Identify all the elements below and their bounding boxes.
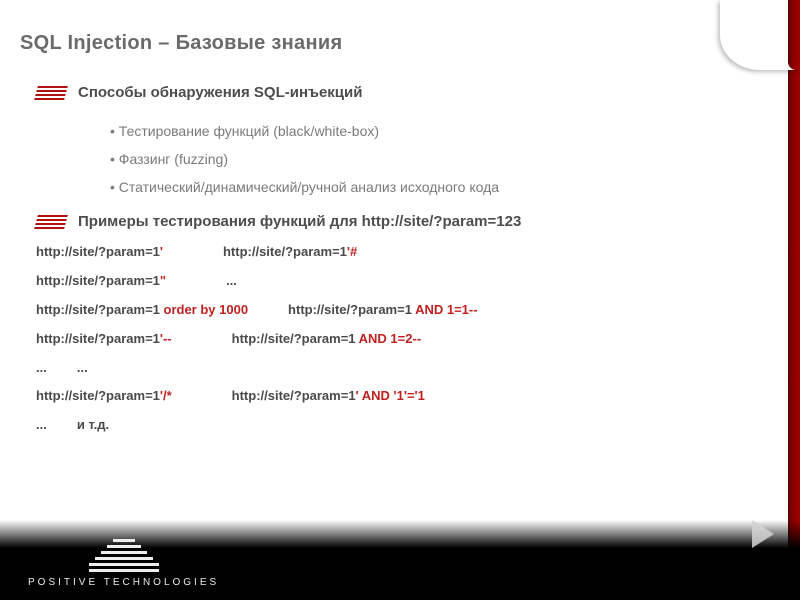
example-suffix: '# — [347, 244, 357, 259]
stripe-bullet-icon — [36, 215, 66, 229]
list-item: Тестирование функций (black/white-box) — [110, 123, 760, 139]
example-suffix: order by 1000 — [160, 302, 248, 317]
example-cell: и т.д. — [77, 417, 109, 434]
example-suffix: AND 1=2-- — [356, 331, 422, 346]
logo-text: POSITIVE TECHNOLOGIES — [28, 577, 219, 588]
example-row: http://site/?param=1" ... — [36, 273, 760, 290]
example-base: http://site/?param=1 — [36, 302, 160, 317]
company-logo: POSITIVE TECHNOLOGIES — [28, 539, 219, 588]
slide: SQL Injection – Базовые знания Способы о… — [0, 0, 800, 600]
example-row: http://site/?param=1 order by 1000 http:… — [36, 302, 760, 319]
example-cell: http://site/?param=1 AND 1=2-- — [232, 331, 422, 348]
footer: POSITIVE TECHNOLOGIES — [0, 520, 800, 600]
example-cell: ... — [77, 360, 88, 377]
page-title: SQL Injection – Базовые знания — [20, 32, 342, 55]
section1-heading: Способы обнаружения SQL-инъекций — [78, 84, 362, 101]
section1-list: Тестирование функций (black/white-box) Ф… — [110, 123, 760, 195]
example-base: http://site/?param=1 — [288, 302, 412, 317]
example-base: http://site/?param=1 — [36, 244, 160, 259]
example-row: ... ... — [36, 360, 760, 377]
section-heading-row: Примеры тестирования функций для http://… — [36, 213, 760, 230]
example-cell: http://site/?param=1 order by 1000 — [36, 302, 248, 319]
example-row: http://site/?param=1'/* http://site/?par… — [36, 388, 760, 405]
example-cell: ... — [36, 360, 47, 377]
example-row: ... и т.д. — [36, 417, 760, 434]
side-stripe — [788, 0, 800, 600]
example-cell: ... — [36, 417, 47, 434]
example-cell: http://site/?param=1'# — [223, 244, 357, 261]
example-suffix: AND 1=1-- — [412, 302, 478, 317]
examples-block: http://site/?param=1' http://site/?param… — [36, 244, 760, 434]
example-cell: http://site/?param=1" — [36, 273, 166, 290]
section2-heading: Примеры тестирования функций для http://… — [78, 213, 521, 230]
example-row: http://site/?param=1' http://site/?param… — [36, 244, 760, 261]
list-item: Статический/динамический/ручной анализ и… — [110, 179, 760, 195]
logo-icon — [89, 539, 159, 573]
stripe-bullet-icon — [36, 86, 66, 100]
example-suffix: ' AND '1'='1 — [356, 388, 425, 403]
corner-fold — [720, 0, 800, 70]
example-suffix: '/* — [160, 388, 172, 403]
example-cell: ... — [226, 273, 237, 290]
example-base: http://site/?param=1 — [36, 273, 160, 288]
example-base: http://site/?param=1 — [36, 388, 160, 403]
example-row: http://site/?param=1'-- http://site/?par… — [36, 331, 760, 348]
next-arrow-icon[interactable] — [752, 520, 774, 548]
example-suffix: " — [160, 273, 166, 288]
example-base: http://site/?param=1 — [36, 331, 160, 346]
example-base: http://site/?param=1 — [232, 388, 356, 403]
example-base: http://site/?param=1 — [232, 331, 356, 346]
section-heading-row: Способы обнаружения SQL-инъекций — [36, 84, 760, 101]
example-cell: http://site/?param=1' — [36, 244, 163, 261]
example-suffix: '-- — [160, 331, 172, 346]
example-cell: http://site/?param=1 AND 1=1-- — [288, 302, 478, 319]
example-suffix: ' — [160, 244, 163, 259]
example-base: http://site/?param=1 — [223, 244, 347, 259]
content-area: Способы обнаружения SQL-инъекций Тестиро… — [36, 84, 760, 446]
example-cell: http://site/?param=1' AND '1'='1 — [232, 388, 425, 405]
example-cell: http://site/?param=1'/* — [36, 388, 172, 405]
example-cell: http://site/?param=1'-- — [36, 331, 172, 348]
list-item: Фаззинг (fuzzing) — [110, 151, 760, 167]
